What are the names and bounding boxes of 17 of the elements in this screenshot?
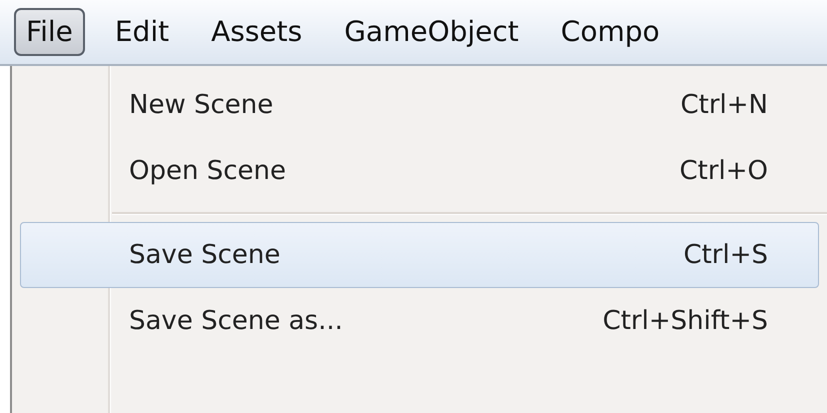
- menu-item[interactable]: New Scene Ctrl+N: [20, 72, 819, 138]
- menu-item-label: Save Scene: [129, 238, 282, 272]
- menu-item[interactable]: Save Scene as... Ctrl+Shift+S: [20, 288, 819, 354]
- menu-item[interactable]: Save Scene Ctrl+S: [20, 222, 819, 288]
- menu-title[interactable]: Assets: [199, 8, 314, 56]
- shortcut-text: Ctrl+O: [679, 154, 768, 188]
- menu-title[interactable]: GameObject: [332, 8, 531, 56]
- menu-title[interactable]: File: [14, 8, 85, 56]
- shortcut-text: Ctrl+S: [683, 238, 768, 272]
- shortcut-text: Ctrl+Shift+S: [602, 304, 768, 338]
- menu-title[interactable]: Edit: [102, 8, 182, 56]
- menu-title[interactable]: Compo: [548, 8, 672, 56]
- menu-item-label: New Scene: [129, 88, 274, 122]
- menu-item[interactable]: Open Scene Ctrl+O: [20, 138, 819, 204]
- shortcut-text: Ctrl+N: [680, 88, 768, 122]
- menu-item-label: Open Scene: [129, 154, 287, 188]
- menu-item-label: Save Scene as...: [129, 304, 344, 338]
